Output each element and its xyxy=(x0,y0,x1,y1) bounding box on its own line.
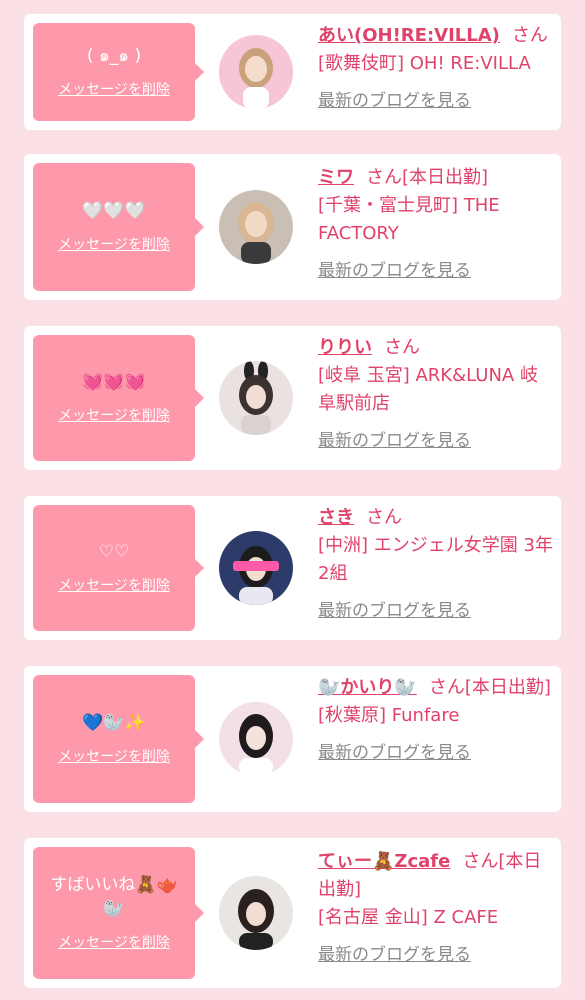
honorific: さん xyxy=(462,851,499,872)
shop-name: [岐阜 玉宮] ARK&LUNA 岐阜駅前店 xyxy=(318,365,538,414)
cast-name-link[interactable]: 🦭かいり🦭 xyxy=(318,677,417,698)
cast-name-link[interactable]: てぃー🧸Zcafe xyxy=(318,851,450,872)
honorific: さん xyxy=(366,507,402,528)
cast-name-link[interactable]: あい(OH!RE:VILLA) xyxy=(318,25,500,46)
shop-name: [秋葉原] Funfare xyxy=(318,705,460,726)
delete-message-link[interactable]: メッセージを削除 xyxy=(58,235,170,255)
message-text: ♡♡ xyxy=(98,542,130,562)
cast-info: 🦭かいり🦭 さん[本日出勤] [秋葉原] Funfare 最新のブログを見る xyxy=(318,674,554,767)
avatar[interactable] xyxy=(219,702,293,776)
delete-message-link[interactable]: メッセージを削除 xyxy=(58,747,170,767)
honorific: さん xyxy=(384,337,420,358)
avatar[interactable] xyxy=(219,531,293,605)
cast-info: あい(OH!RE:VILLA) さん [歌舞伎町] OH! RE:VILLA 最新… xyxy=(318,22,554,115)
message-text: 💓💓💓 xyxy=(82,372,146,392)
message-text: ( ๑_๑ ) xyxy=(86,46,142,66)
delete-message-link[interactable]: メッセージを削除 xyxy=(58,933,170,953)
honorific: さん xyxy=(428,677,465,698)
cast-card: 💓💓💓 メッセージを削除 りりい さん [岐阜 玉宮] ARK&LUNA 岐阜駅前… xyxy=(24,326,561,470)
message-bubble: ♡♡ メッセージを削除 xyxy=(33,505,204,631)
cast-info: さき さん [中洲] エンジェル女学園 3年2組 最新のブログを見る xyxy=(318,504,554,625)
avatar[interactable] xyxy=(219,35,293,109)
latest-blog-link[interactable]: 最新のブログを見る xyxy=(318,427,554,455)
latest-blog-link[interactable]: 最新のブログを見る xyxy=(318,87,554,115)
message-bubble: ( ๑_๑ ) メッセージを削除 xyxy=(33,23,204,121)
message-bubble: 🤍🤍🤍 メッセージを削除 xyxy=(33,163,204,291)
honorific: さん xyxy=(366,167,402,188)
avatar[interactable] xyxy=(219,361,293,435)
message-text: 💙🦭✨ xyxy=(82,713,146,733)
work-status-badge: [本日出勤] xyxy=(402,167,489,188)
cast-name-link[interactable]: ミワ xyxy=(318,167,354,188)
cast-card: 🤍🤍🤍 メッセージを削除 ミワ さん[本日出勤] [千葉・富士見町] THE FA… xyxy=(24,154,561,300)
cast-card: ♡♡ メッセージを削除 さき さん [中洲] エンジェル女学園 3年2組 最新のブ… xyxy=(24,496,561,640)
delete-message-link[interactable]: メッセージを削除 xyxy=(58,576,170,596)
latest-blog-link[interactable]: 最新のブログを見る xyxy=(318,597,554,625)
latest-blog-link[interactable]: 最新のブログを見る xyxy=(318,941,554,969)
latest-blog-link[interactable]: 最新のブログを見る xyxy=(318,257,554,285)
avatar[interactable] xyxy=(219,876,293,950)
avatar[interactable] xyxy=(219,190,293,264)
shop-name: [千葉・富士見町] THE FACTORY xyxy=(318,195,500,244)
message-bubble: すばいいね🧸🫖 🦭 メッセージを削除 xyxy=(33,847,204,979)
work-status-badge: [本日出勤] xyxy=(464,677,551,698)
shop-name: [歌舞伎町] OH! RE:VILLA xyxy=(318,53,531,74)
cast-card: ( ๑_๑ ) メッセージを削除 あい(OH!RE:VILLA) さん [歌舞伎町… xyxy=(24,14,561,130)
cast-info: りりい さん [岐阜 玉宮] ARK&LUNA 岐阜駅前店 最新のブログを見る xyxy=(318,334,554,455)
message-text: 🤍🤍🤍 xyxy=(82,201,146,221)
cast-info: てぃー🧸Zcafe さん[本日出勤] [名古屋 金山] Z CAFE 最新のブログ… xyxy=(318,848,554,969)
cast-name-link[interactable]: りりい xyxy=(318,337,372,358)
shop-name: [中洲] エンジェル女学園 3年2組 xyxy=(318,535,553,584)
shop-name: [名古屋 金山] Z CAFE xyxy=(318,907,499,928)
message-text: すばいいね🧸🫖 🦭 xyxy=(50,875,178,919)
delete-message-link[interactable]: メッセージを削除 xyxy=(58,80,170,100)
cast-name-link[interactable]: さき xyxy=(318,507,354,528)
cast-card: すばいいね🧸🫖 🦭 メッセージを削除 てぃー🧸Zcafe さん[本日出勤] [名古… xyxy=(24,838,561,988)
cast-info: ミワ さん[本日出勤] [千葉・富士見町] THE FACTORY 最新のブログを… xyxy=(318,164,554,285)
delete-message-link[interactable]: メッセージを削除 xyxy=(58,406,170,426)
favorite-cast-list: ( ๑_๑ ) メッセージを削除 あい(OH!RE:VILLA) さん [歌舞伎町… xyxy=(0,0,585,1000)
message-bubble: 💓💓💓 メッセージを削除 xyxy=(33,335,204,461)
latest-blog-link[interactable]: 最新のブログを見る xyxy=(318,739,554,767)
honorific: さん xyxy=(511,25,548,46)
cast-card: 💙🦭✨ メッセージを削除 🦭かいり🦭 さん[本日出勤] [秋葉原] Funfare… xyxy=(24,666,561,812)
message-bubble: 💙🦭✨ メッセージを削除 xyxy=(33,675,204,803)
